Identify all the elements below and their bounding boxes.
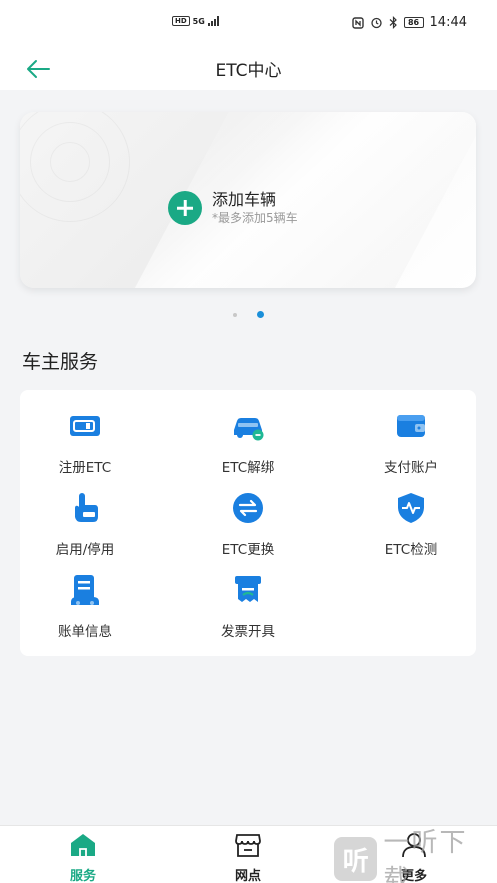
page-title: ETC中心 [215,61,282,81]
nfc-icon [351,16,364,29]
signal-icon [207,16,219,26]
service-label: 支付账户 [384,460,438,476]
services-panel: 注册ETC ETC解绑 支付账户 启用/停用 ETC更换 ETC检测 账单信息 … [20,390,476,656]
store-icon [235,834,261,857]
car-unbind-icon [234,418,264,441]
nav-label: 服务 [69,869,96,883]
carousel-dot[interactable] [233,312,238,317]
service-label: 启用/停用 [55,542,115,558]
hd-badge: HD [172,16,190,26]
carousel-indicator [0,304,497,323]
wallet-icon [397,415,425,437]
etc-card-icon [70,416,100,436]
status-time: 14:44 [429,15,467,30]
plus-icon [168,191,202,225]
home-icon [71,834,95,856]
nav-tab-service[interactable]: 服务 [43,832,123,883]
watermark-logo: 听 [334,837,378,881]
header: ETC中心 [0,48,497,90]
bill-icon [71,575,99,605]
nav-label: 网点 [234,869,261,883]
service-etc-replace[interactable]: ETC更换 [183,490,313,558]
add-vehicle-button[interactable]: 添加车辆 *最多添加5辆车 [168,190,298,226]
service-bill-info[interactable]: 账单信息 [20,572,150,640]
service-register-etc[interactable]: 注册ETC [20,408,150,476]
service-label: ETC检测 [384,542,438,558]
service-label: 注册ETC [58,460,112,476]
status-bar: HD 5G 86 14:44 [0,0,497,48]
invoice-icon [235,576,261,602]
status-right: 86 14:44 [351,15,467,30]
add-vehicle-limit: *最多添加5辆车 [212,211,298,225]
hand-tap-icon [75,493,98,522]
status-left: HD 5G [172,16,222,26]
vehicle-card[interactable]: 添加车辆 *最多添加5辆车 [20,112,476,288]
watermark-text: 一听下载 [383,828,468,883]
service-etc-unbind[interactable]: ETC解绑 [183,408,313,476]
swap-icon [233,493,263,523]
alarm-icon [370,17,382,29]
service-etc-check[interactable]: ETC检测 [346,490,476,558]
service-label: ETC更换 [221,542,275,558]
shield-pulse-icon [398,493,424,523]
service-invoice[interactable]: 发票开具 [183,572,313,640]
service-label: ETC解绑 [221,460,275,476]
service-label: 账单信息 [58,624,112,640]
nav-tab-outlets[interactable]: 网点 [208,832,288,883]
carousel-dot-active[interactable] [256,311,264,318]
add-vehicle-title: 添加车辆 [212,190,277,209]
bluetooth-icon [389,16,397,29]
watermark: 听 一听下载 [334,828,494,883]
service-payment-account[interactable]: 支付账户 [346,408,476,476]
section-title: 车主服务 [22,351,99,373]
card-decor-ring [50,142,90,182]
network-badge: 5G [192,16,205,26]
service-label: 发票开具 [221,624,275,640]
service-enable-disable[interactable]: 启用/停用 [20,490,150,558]
battery-indicator: 86 [403,17,424,28]
